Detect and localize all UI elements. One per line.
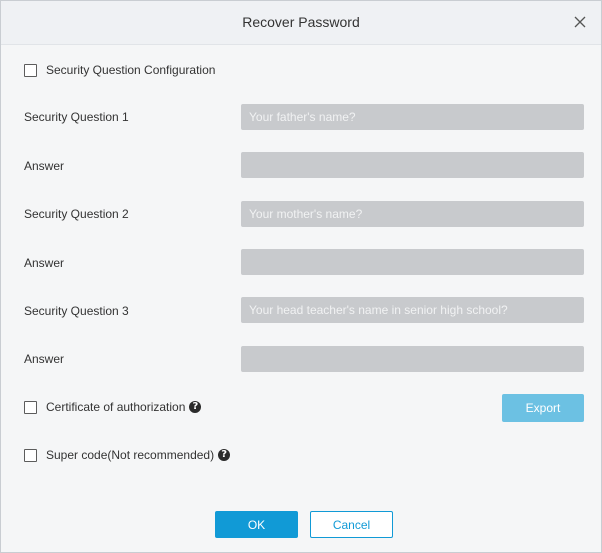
question-circle-icon[interactable]: ?	[218, 449, 231, 461]
super-code-checkbox-row[interactable]: Super code(Not recommended) ?	[24, 447, 231, 463]
dialog-titlebar: Recover Password	[1, 1, 601, 45]
security-question-2-input[interactable]	[241, 201, 584, 227]
recover-password-dialog: Recover Password Security Question Confi…	[0, 0, 602, 553]
security-question-2-label: Security Question 2	[24, 207, 129, 221]
super-code-label: Super code(Not recommended)	[46, 448, 215, 462]
ok-button[interactable]: OK	[215, 511, 298, 538]
certificate-checkbox-row[interactable]: Certificate of authorization ?	[24, 399, 202, 415]
export-button[interactable]: Export	[502, 394, 584, 422]
close-button[interactable]	[569, 11, 591, 33]
super-code-checkbox[interactable]	[24, 448, 37, 462]
security-question-1-input[interactable]	[241, 104, 584, 130]
question-circle-icon[interactable]: ?	[189, 401, 202, 413]
security-question-3-label: Security Question 3	[24, 304, 129, 318]
answer-2-label: Answer	[24, 256, 65, 270]
dialog-title: Recover Password	[242, 14, 360, 30]
answer-2-input[interactable]	[241, 249, 584, 275]
certificate-label: Certificate of authorization	[46, 400, 186, 414]
answer-3-label: Answer	[24, 352, 65, 366]
security-question-config-label: Security Question Configuration	[46, 63, 216, 77]
answer-3-input[interactable]	[241, 346, 584, 372]
security-question-config-checkbox[interactable]	[24, 63, 37, 77]
security-question-config-checkbox-row[interactable]: Security Question Configuration	[24, 62, 215, 78]
close-icon	[574, 16, 586, 28]
answer-1-label: Answer	[24, 159, 65, 173]
answer-1-input[interactable]	[241, 152, 584, 178]
certificate-checkbox[interactable]	[24, 400, 37, 414]
security-question-3-input[interactable]	[241, 297, 584, 323]
cancel-button[interactable]: Cancel	[310, 511, 393, 538]
security-question-1-label: Security Question 1	[24, 110, 129, 124]
